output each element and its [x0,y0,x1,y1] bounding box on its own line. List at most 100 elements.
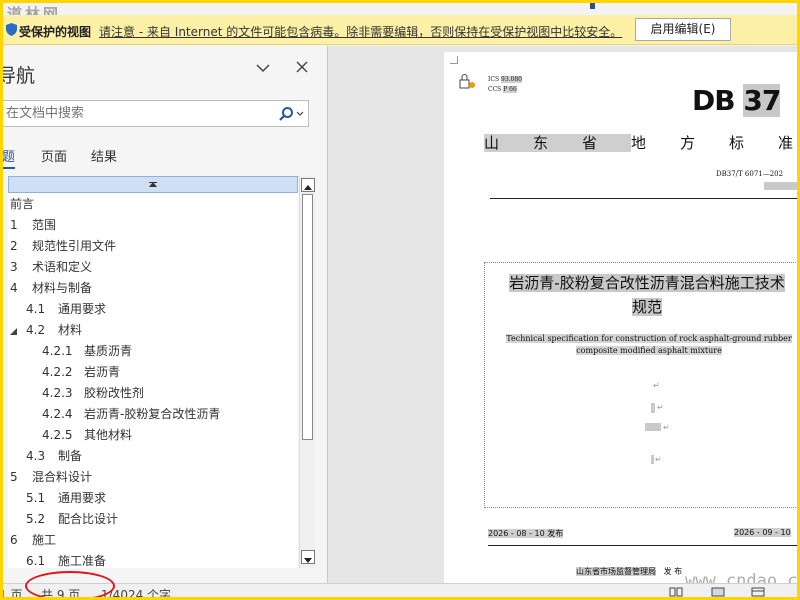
heading-outline: 前言 1 范围 2 规范性引用文件 3 术语和定义 4 材料与制备 4.1 通用要求 4.2 材料 4.2… [8,176,298,568]
search-icon[interactable] [278,106,294,122]
arrow-up-icon [304,185,312,190]
paragraph-mark: ↵ [657,403,664,412]
chinese-title-line2: 规范 [631,298,662,316]
paragraph-mark: ↵ [663,423,670,432]
arrow-down-icon [304,558,312,563]
outline-item[interactable]: 4.3 制备 [8,446,298,467]
title-bar-marker [590,3,595,9]
margin-mark [450,56,458,64]
outline-item[interactable]: 2 规范性引用文件 [8,236,298,257]
english-title-text: Technical specification for construction… [506,334,792,355]
document-page: ICS 93.080 CCS P 66 DB 37 山东省地方标准 DB37/T… [444,52,797,583]
status-page[interactable]: 1 页 [3,586,22,597]
outline-item[interactable]: 6 施工 [8,530,298,551]
publisher: 山东省市场监督管理局 发 布 [576,566,682,577]
outline-item-label: 岩沥青 [84,365,121,379]
outline-item[interactable]: 1 范围 [8,215,298,236]
db-number: 37 [743,84,781,117]
outline-item[interactable]: 4.1 通用要求 [8,299,298,320]
outline-item[interactable]: 4 材料与制备 [8,278,298,299]
outline-item[interactable]: 4.2.5 其他材料 [8,425,298,446]
outline-item[interactable]: 5.2 配合比设计 [8,509,298,530]
outline-item-label: 材料 [58,323,83,337]
standard-number: DB37/T 6071—202 [716,170,784,178]
outline-item-number: 4 [10,281,18,295]
scroll-up-button[interactable] [301,178,315,192]
outline-item-label: 术语和定义 [32,260,93,274]
ccs-code: P 66 [503,86,517,93]
outline-item-number: 6.1 [26,554,46,568]
outline-item[interactable]: 4.2.4 岩沥青-胶粉复合改性沥青 [8,404,298,425]
outline-item[interactable]: 3 术语和定义 [8,257,298,278]
shield-icon [6,23,17,36]
outline-item-label: 通用要求 [58,491,107,505]
outline-item-number: 4.2.3 [42,386,73,400]
province-standard-title: 山东省地方标准 [484,132,797,153]
outline-item-number: 3 [10,260,18,274]
read-mode-icon[interactable] [669,587,683,597]
ics-code: 93.080 [501,76,522,83]
outline-item-number: 4.3 [26,449,46,463]
protected-view-title: 受保护的视图 [19,25,92,39]
paragraph-mark: ↵ [653,381,660,390]
search-input[interactable] [6,104,266,123]
outline-item[interactable]: 5.1 通用要求 [8,488,298,509]
highlight-annotation-ellipse [25,571,115,597]
ics-ccs-codes: ICS 93.080 CCS P 66 [488,75,522,95]
outline-scroll-up-bar[interactable] [8,176,298,193]
outline-item[interactable]: 4.2.1 基质沥青 [8,341,298,362]
publish-word: 发 布 [663,567,683,576]
outline-item[interactable]: 前言 [8,194,298,215]
outline-item-number: 5 [10,470,18,484]
tab-pages[interactable]: 页面 [41,146,67,165]
outline-item[interactable]: 4.2.3 胶粉改性剂 [8,383,298,404]
outline-item-label: 范围 [32,218,57,232]
title-frame: 岩沥青-胶粉复合改性沥青混合料施工技术 规范 Technical specifi… [484,262,797,508]
outline-item-number: 4.2.5 [42,428,73,442]
english-title: Technical specification for construction… [489,333,797,357]
chevron-down-icon[interactable] [255,62,271,74]
tab-results[interactable]: 结果 [91,146,117,165]
outline-item-label: 材料与制备 [32,281,93,295]
navigation-pane: 导航 标题 页面 结果 [3,46,327,583]
outline-item[interactable]: 6.1 施工准备 [8,551,298,568]
lock-anchor-icon [459,74,475,89]
enable-editing-button[interactable]: 启用编辑(E) [635,18,731,41]
protected-view-bar: 受保护的视图 请注意 - 来自 Internet 的文件可能包含病毒。除非需要编… [3,15,797,45]
outline-item-number: 5.2 [26,512,46,526]
search-options-dropdown-icon[interactable] [296,111,304,117]
issue-date-text: 2026 - 08 - 10 发布 [488,529,564,538]
web-layout-icon[interactable] [751,587,765,597]
expand-triangle-icon[interactable] [10,328,17,335]
outline-item-label: 岩沥青-胶粉复合改性沥青 [84,407,221,421]
scroll-thumb[interactable] [302,194,313,440]
impl-date-text: 2026 - 09 - 10 [734,528,791,537]
outline-item-number: 4.2.1 [42,344,73,358]
publisher-name: 山东省市场监督管理局 [576,567,656,576]
outline-item-number: 5.1 [26,491,46,505]
close-icon[interactable] [295,60,309,74]
outline-list: 前言 1 范围 2 规范性引用文件 3 术语和定义 4 材料与制备 4.1 通用要求 4.2 材料 4.2… [8,194,298,568]
scroll-down-button[interactable] [301,550,315,564]
header-rule [490,198,797,199]
document-area[interactable]: ICS 93.080 CCS P 66 DB 37 山东省地方标准 DB37/T… [328,46,797,583]
protected-view-message[interactable]: 请注意 - 来自 Internet 的文件可能包含病毒。除非需要编辑，否则保持在… [99,23,622,40]
outline-item-label: 前言 [10,197,35,211]
outline-item-label: 制备 [58,449,83,463]
outline-item[interactable]: 4.2 材料 [8,320,298,341]
word-window: 道林网 受保护的视图 请注意 - 来自 Internet 的文件可能包含病毒。除… [3,3,797,597]
chinese-title: 岩沥青-胶粉复合改性沥青混合料施工技术 规范 [487,271,797,319]
nav-pane-title: 导航 [3,65,36,87]
standard-number-placeholder [764,182,797,190]
outline-item-label: 通用要求 [58,302,107,316]
tab-headings[interactable]: 标题 [3,146,16,169]
outline-scrollbar[interactable] [299,176,315,568]
outline-item[interactable]: 5 混合料设计 [8,467,298,488]
outline-item-number: 4.2.4 [42,407,73,421]
outline-item[interactable]: 4.2.2 岩沥青 [8,362,298,383]
ccs-label: CCS [488,86,502,93]
print-layout-icon[interactable] [711,587,725,597]
placeholder-block [651,455,654,464]
outline-item-label: 施工 [32,533,57,547]
triangle-up-icon [149,182,157,187]
